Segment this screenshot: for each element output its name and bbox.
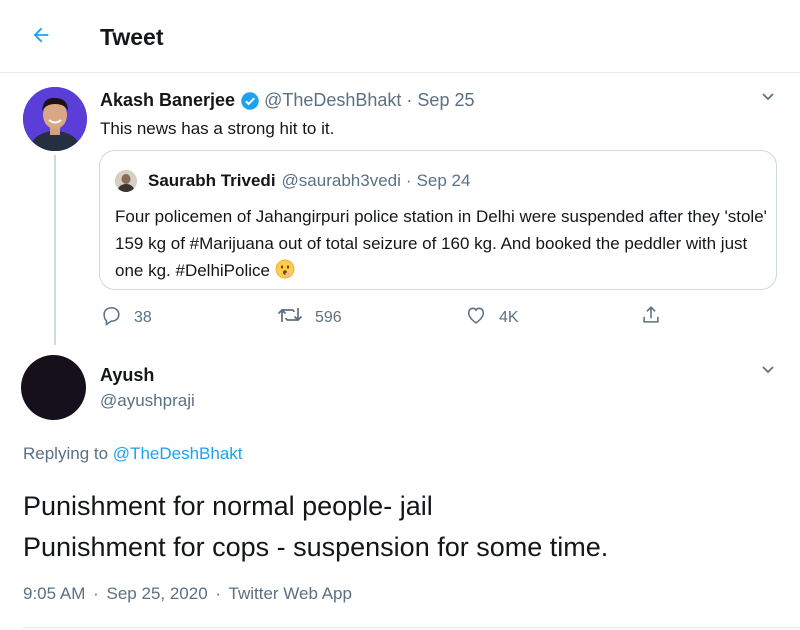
quoted-date: Sep 24: [416, 171, 471, 190]
author-name[interactable]: Akash Banerjee: [100, 90, 235, 111]
replying-label: Replying to: [23, 444, 109, 463]
reply-count: 38: [134, 308, 152, 326]
quoted-tweet-text: Four policemen of Jahangirpuri police st…: [115, 207, 767, 280]
heart-icon: [465, 304, 499, 331]
quoted-tweet-card[interactable]: Saurabh Trivedi @saurabh3vedi · Sep 24 F…: [99, 150, 777, 290]
reply-icon: [100, 304, 134, 331]
quoted-author-handle: @saurabh3vedi: [281, 171, 401, 190]
replying-to-mention-link[interactable]: @TheDeshBhakt: [113, 444, 243, 463]
tweet-action-bar: 38 596 4K: [100, 304, 680, 332]
retweet-button[interactable]: 596: [277, 304, 342, 331]
page-header: Tweet: [0, 0, 800, 73]
author-name[interactable]: Ayush: [100, 365, 154, 386]
tweet-text-line: Punishment for normal people- jail: [23, 491, 433, 521]
avatar[interactable]: [21, 355, 86, 420]
share-icon: [640, 304, 674, 331]
retweet-count: 596: [315, 308, 342, 326]
tweet-date[interactable]: Sep 25: [417, 90, 474, 111]
quoted-tweet-text-block: Four policemen of Jahangirpuri police st…: [115, 203, 767, 287]
quoted-author-name: Saurabh Trivedi: [148, 171, 276, 190]
verified-badge-icon: [240, 91, 260, 111]
tweet-source-link[interactable]: Twitter Web App: [229, 584, 352, 603]
avatar: [115, 170, 137, 192]
chevron-down-icon: [760, 88, 776, 109]
tweet-author-line: Akash Banerjee @TheDeshBhakt · Sep 25: [100, 90, 474, 111]
author-handle[interactable]: @ayushpraji: [100, 391, 195, 411]
tweet-full-date[interactable]: Sep 25, 2020: [107, 584, 208, 603]
separator-dot: ·: [215, 584, 222, 603]
author-handle[interactable]: @TheDeshBhakt: [264, 90, 401, 111]
separator-dot: ·: [405, 171, 412, 190]
reply-button[interactable]: 38: [100, 304, 152, 331]
back-button[interactable]: [24, 22, 58, 52]
page-title: Tweet: [100, 24, 164, 50]
avatar[interactable]: [23, 87, 87, 151]
like-count: 4K: [499, 308, 519, 326]
tweet-text-line: Punishment for cops - suspension for som…: [23, 532, 609, 562]
tweet-time[interactable]: 9:05 AM: [23, 584, 85, 603]
share-button[interactable]: [640, 304, 674, 331]
divider: [23, 627, 800, 628]
arrow-left-icon: [30, 24, 52, 51]
hushed-face-emoji-icon: [275, 259, 295, 287]
more-options-button[interactable]: [758, 361, 778, 381]
tweet-text: This news has a strong hit to it.: [100, 119, 335, 138]
replying-to-line: Replying to @TheDeshBhakt: [23, 444, 243, 464]
quoted-author-line: Saurabh Trivedi @saurabh3vedi · Sep 24: [148, 171, 470, 191]
like-button[interactable]: 4K: [465, 304, 519, 331]
tweet-meta: 9:05 AM · Sep 25, 2020 · Twitter Web App: [23, 584, 352, 604]
separator-dot: ·: [93, 584, 99, 603]
thread-connector: [54, 155, 56, 345]
retweet-icon: [277, 304, 315, 331]
more-options-button[interactable]: [758, 88, 778, 108]
chevron-down-icon: [760, 361, 776, 382]
separator-dot: ·: [406, 90, 413, 110]
tweet-text: Punishment for normal people- jail Punis…: [23, 486, 608, 568]
